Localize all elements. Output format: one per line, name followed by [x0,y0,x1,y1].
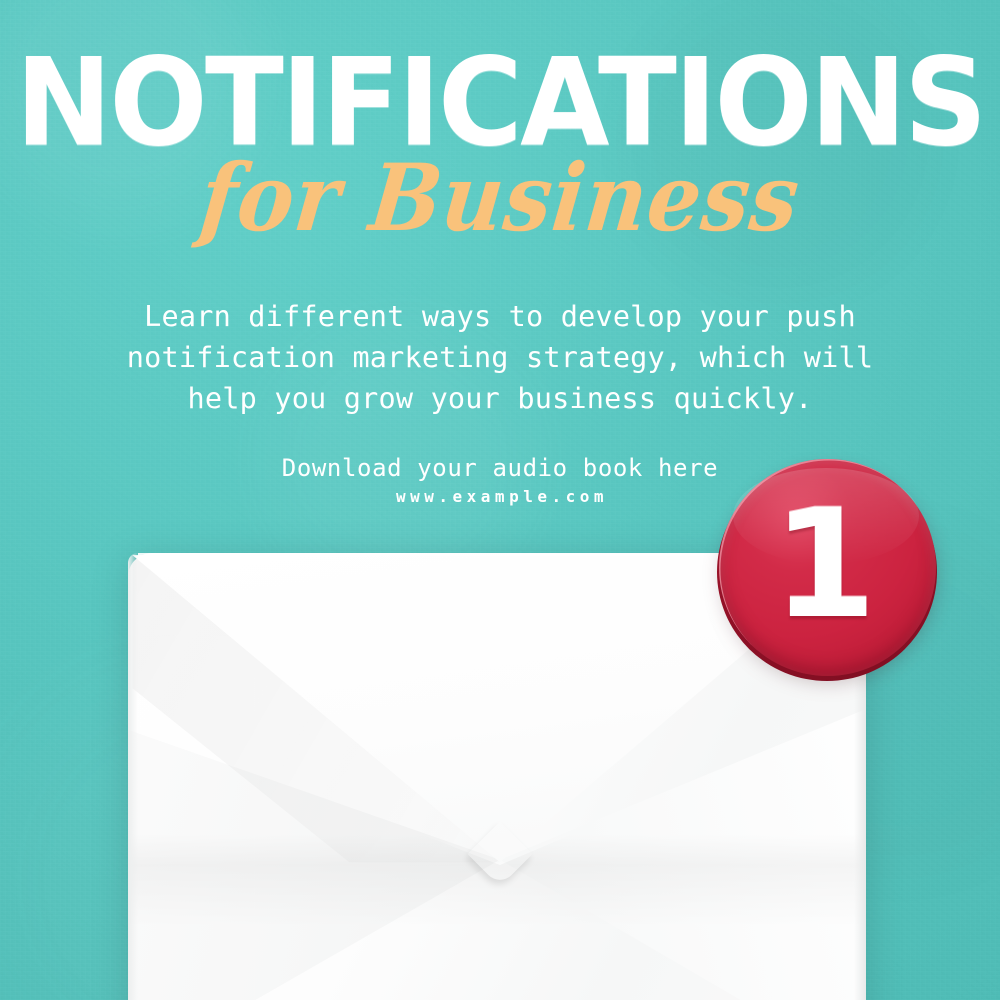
description-line-2: notification marketing strategy, which w… [126,341,874,374]
envelope-left-edge [128,553,138,1000]
page-title: NOTIFICATIONS [15,33,987,174]
notification-badge-icon: 1 [717,459,937,683]
description-line-3: help you grow your business quickly. [187,382,813,415]
subtitle-block: for Business [0,143,1000,252]
headline-block: NOTIFICATIONS [0,43,1000,164]
description-line-1: Learn different ways to develop your pus… [144,300,856,333]
badge-count: 1 [772,477,877,652]
description-paragraph: Learn different ways to develop your pus… [110,296,890,419]
page-subtitle: for Business [195,143,805,252]
poster-canvas: 1 NOTIFICATIONS for Business Learn diffe… [0,0,1000,1000]
